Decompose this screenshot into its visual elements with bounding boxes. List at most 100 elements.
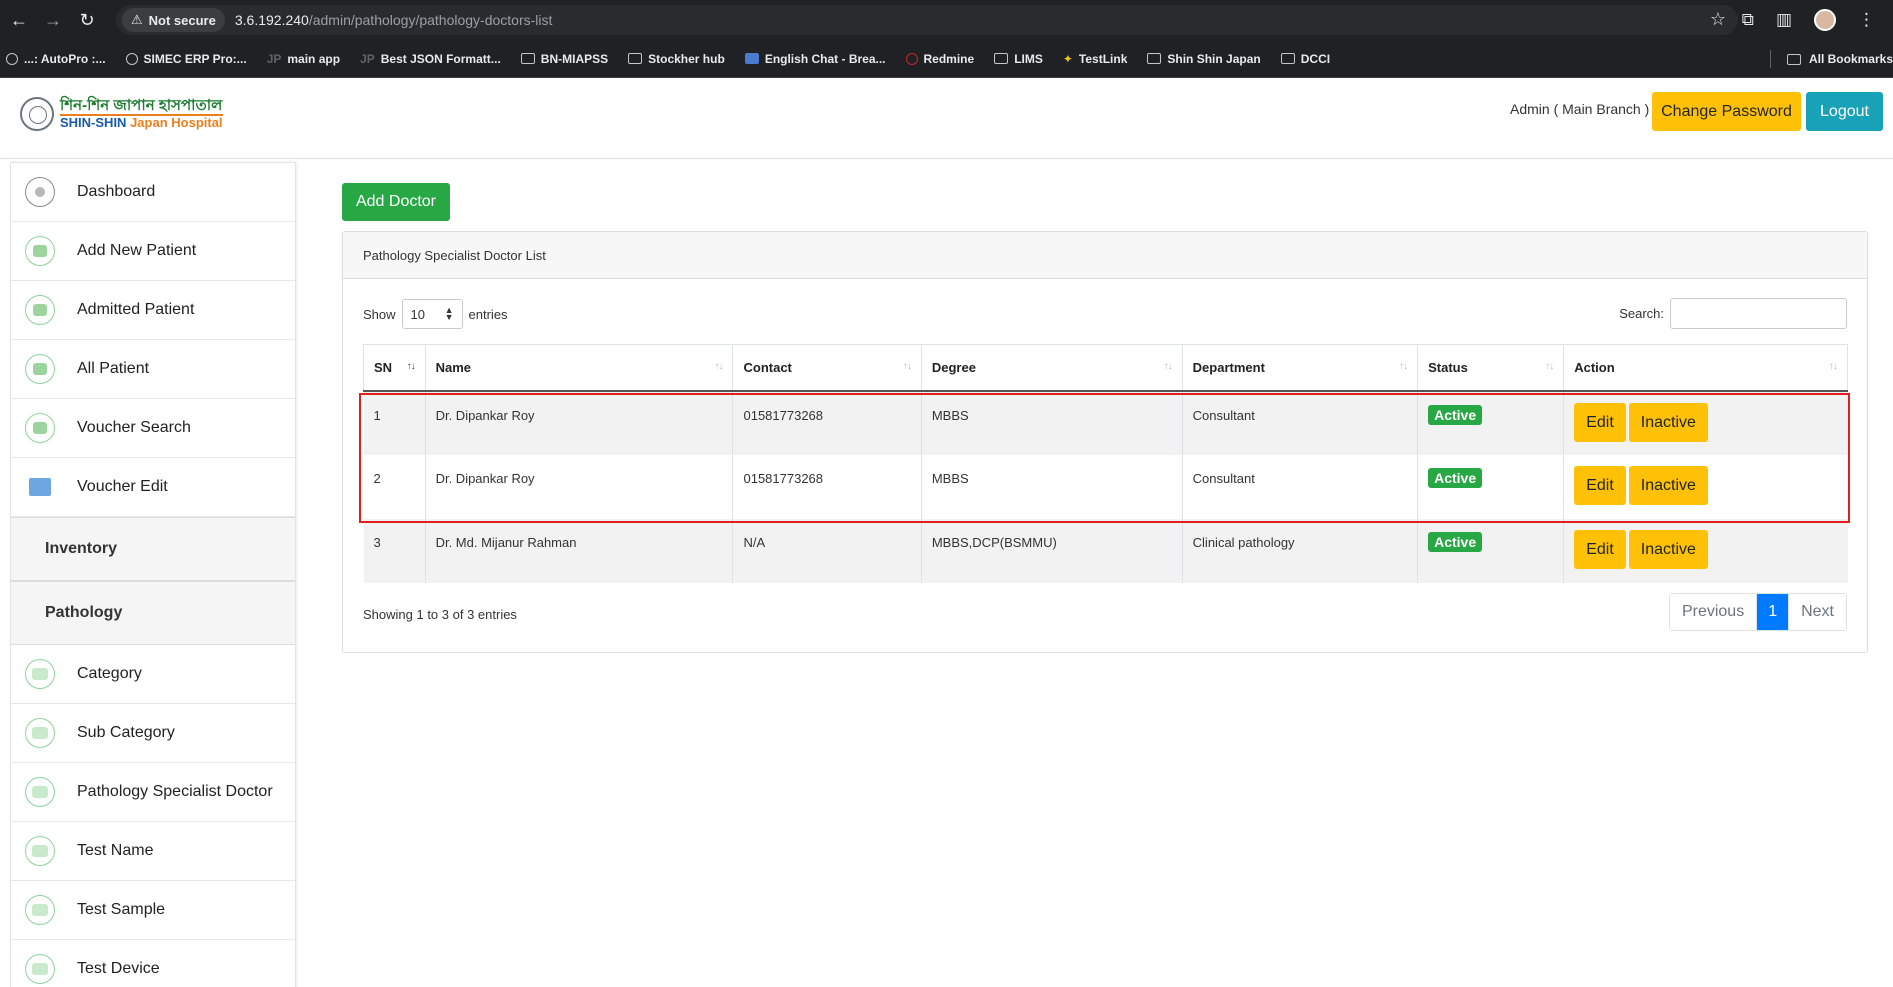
table-row: 3 Dr. Md. Mijanur Rahman N/A MBBS,DCP(BS… <box>363 518 1848 583</box>
sidepanel-icon[interactable]: ▥ <box>1776 10 1792 30</box>
sidebar-item-voucher-edit[interactable]: Voucher Edit <box>11 458 295 517</box>
bookmark-redmine[interactable]: Redmine <box>905 52 974 66</box>
pagination: Previous 1 Next <box>1668 593 1847 631</box>
inactive-button[interactable]: Inactive <box>1628 529 1708 569</box>
sidebar-item-admitted-patient[interactable]: Admitted Patient <box>11 281 295 340</box>
column-header-status[interactable]: Status ↑↓ <box>1417 344 1565 392</box>
bookmark-testlink[interactable]: ✦ TestLink <box>1063 52 1128 66</box>
cell-name: Dr. Dipankar Roy <box>425 454 734 519</box>
lab-bed-icon <box>25 777 55 807</box>
sidebar-item-pathology-specialist-doctor[interactable]: Pathology Specialist Doctor <box>11 763 295 822</box>
edit-button[interactable]: Edit <box>1574 529 1626 569</box>
cell-name: Dr. Md. Mijanur Rahman <box>425 518 734 583</box>
bookmark-simec[interactable]: SIMEC ERP Pro:... <box>125 52 247 66</box>
sidebar-item-test-name[interactable]: Test Name <box>11 822 295 881</box>
patients-icon <box>25 354 55 384</box>
sidebar-section-pathology[interactable]: Pathology <box>11 581 295 645</box>
inactive-button[interactable]: Inactive <box>1628 402 1708 442</box>
bookmarks-bar: ...: AutoPro :... SIMEC ERP Pro:... JP ma… <box>0 40 1893 78</box>
sort-icon: ↑↓ <box>1829 361 1838 372</box>
all-bookmarks[interactable]: All Bookmarks <box>1769 40 1893 77</box>
sidebar-section-inventory[interactable]: Inventory <box>11 517 295 581</box>
reload-icon[interactable]: ↻ <box>70 10 104 31</box>
lab-bed-icon <box>25 954 55 984</box>
page-length-select[interactable]: 10 ▲ ▼ <box>401 299 463 329</box>
edit-button[interactable]: Edit <box>1574 465 1626 505</box>
globe-icon <box>125 52 138 65</box>
forward-icon[interactable]: → <box>36 10 70 31</box>
lab-bed-icon <box>25 895 55 925</box>
search-input[interactable] <box>1670 298 1847 329</box>
table-search: Search: <box>1619 298 1847 329</box>
cell-sn: 3 <box>363 518 426 583</box>
column-header-sn[interactable]: SN ↑↓ <box>363 344 426 392</box>
column-header-contact[interactable]: Contact ↑↓ <box>732 344 922 392</box>
sidebar-item-test-sample[interactable]: Test Sample <box>11 881 295 940</box>
column-header-action[interactable]: Action ↑↓ <box>1563 344 1848 392</box>
bookmark-bn-miapss[interactable]: BN-MIAPSS <box>520 52 608 66</box>
sidebar-item-all-patient[interactable]: All Patient <box>11 340 295 399</box>
status-badge: Active <box>1428 467 1483 488</box>
sidebar-item-test-device[interactable]: Test Device <box>11 940 295 987</box>
cell-action: Edit Inactive <box>1563 518 1848 583</box>
sidebar-item-voucher-search[interactable]: Voucher Search <box>11 399 295 458</box>
sidebar-item-add-new-patient[interactable]: Add New Patient <box>11 222 295 281</box>
select-arrows-icon: ▲ ▼ <box>444 305 454 322</box>
bd-icon <box>744 53 759 64</box>
sort-icon: ↑↓ <box>1163 361 1173 372</box>
patients-icon <box>25 413 55 443</box>
cell-department: Consultant <box>1182 390 1419 455</box>
edit-button[interactable]: Edit <box>1574 402 1626 442</box>
sidebar-item-sub-category[interactable]: Sub Category <box>11 704 295 763</box>
folder-icon <box>1147 53 1162 64</box>
cell-contact: 01581773268 <box>732 390 922 455</box>
bookmark-lims[interactable]: LIMS <box>994 52 1043 66</box>
bookmark-main-app[interactable]: JP main app <box>267 52 340 66</box>
hospital-logo[interactable]: শিন-শিন জাপান হাসপাতাল SHIN-SHIN Japan H… <box>20 97 223 131</box>
lab-bed-icon <box>25 659 55 689</box>
cell-status: Active <box>1417 454 1565 519</box>
cell-degree: MBBS <box>921 454 1183 519</box>
sort-icon: ↑↓ <box>902 361 912 372</box>
folder-icon <box>994 53 1009 64</box>
bookmark-json[interactable]: JP Best JSON Formatt... <box>360 52 501 66</box>
bookmark-english-chat[interactable]: English Chat - Brea... <box>744 52 886 66</box>
bookmark-star-icon[interactable]: ☆ <box>1710 9 1726 30</box>
pagination-previous[interactable]: Previous <box>1670 594 1758 630</box>
sidebar-item-category[interactable]: Category <box>11 645 295 704</box>
column-header-name[interactable]: Name ↑↓ <box>424 344 734 392</box>
bookmark-dcci[interactable]: DCCI <box>1280 52 1330 66</box>
table-info: Showing 1 to 3 of 3 entries <box>363 607 517 622</box>
sidebar: Dashboard Add New Patient Admitted Patie… <box>10 162 296 987</box>
menu-icon[interactable]: ⋮ <box>1858 10 1875 30</box>
jp-icon: JP <box>266 51 282 66</box>
bookmark-autopro[interactable]: ...: AutoPro :... <box>6 52 106 66</box>
change-password-button[interactable]: Change Password <box>1652 92 1801 131</box>
column-header-degree[interactable]: Degree ↑↓ <box>920 344 1183 392</box>
profile-avatar[interactable] <box>1814 9 1836 31</box>
pagination-next[interactable]: Next <box>1789 594 1846 630</box>
back-icon[interactable]: ← <box>2 10 36 31</box>
sidebar-item-dashboard[interactable]: Dashboard <box>11 163 295 222</box>
testlink-icon: ✦ <box>1062 51 1073 66</box>
cell-degree: MBBS <box>921 390 1183 455</box>
pagination-page-1[interactable]: 1 <box>1757 594 1790 630</box>
doctor-table: SN ↑↓ Name ↑↓ Contact ↑↓ Degree ↑↓ Departmen… <box>363 344 1848 583</box>
logout-button[interactable]: Logout <box>1806 92 1883 131</box>
add-doctor-button[interactable]: Add Doctor <box>342 183 450 221</box>
table-row: 2 Dr. Dipankar Roy 01581773268 MBBS Cons… <box>363 454 1848 519</box>
extensions-icon[interactable]: ⧉ <box>1742 10 1754 30</box>
inactive-button[interactable]: Inactive <box>1628 465 1708 505</box>
cell-department: Consultant <box>1182 454 1419 519</box>
address-bar[interactable]: ⚠ Not secure 3.6.192.240/admin/pathology… <box>116 5 1738 35</box>
column-header-department[interactable]: Department ↑↓ <box>1181 344 1419 392</box>
warning-icon: ⚠ <box>131 12 143 27</box>
bookmark-shin-shin[interactable]: Shin Shin Japan <box>1147 52 1261 66</box>
card-title: Pathology Specialist Doctor List <box>343 232 1867 279</box>
voucher-edit-icon <box>25 472 55 502</box>
logo-seal-icon <box>20 97 54 131</box>
status-badge: Active <box>1428 404 1483 425</box>
status-badge: Active <box>1428 531 1483 552</box>
bookmark-stockher[interactable]: Stockher hub <box>628 52 725 66</box>
security-indicator[interactable]: ⚠ Not secure <box>122 8 225 32</box>
